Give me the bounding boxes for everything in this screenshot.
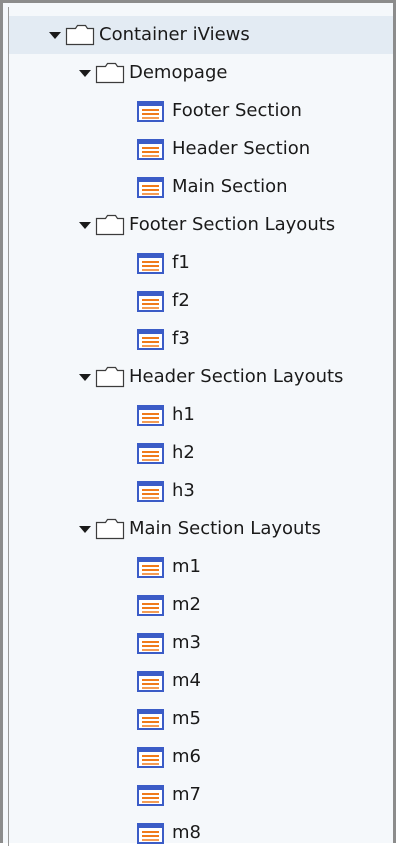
tree-node-label: Container iViews bbox=[99, 24, 250, 45]
tree-leaf-label: m3 bbox=[172, 632, 201, 653]
tree-leaf-main-section[interactable]: Main Section bbox=[9, 168, 393, 206]
iview-page-icon bbox=[137, 480, 164, 502]
folder-icon bbox=[95, 214, 125, 236]
tree-leaf-label: m2 bbox=[172, 594, 201, 615]
tree-leaf-header-section[interactable]: Header Section bbox=[9, 130, 393, 168]
tree-node-footer-section-layouts[interactable]: Footer Section Layouts bbox=[9, 206, 393, 244]
tree-leaf-label: f2 bbox=[172, 290, 190, 311]
tree-leaf-m1[interactable]: m1 bbox=[9, 548, 393, 586]
tree-leaf-f3[interactable]: f3 bbox=[9, 320, 393, 358]
tree-leaf-m5[interactable]: m5 bbox=[9, 700, 393, 738]
iview-page-icon bbox=[137, 632, 164, 654]
tree-leaf-label: Footer Section bbox=[172, 100, 302, 121]
tree-panel: Container iViews Demopage Footer Section… bbox=[0, 0, 396, 846]
tree-leaf-h1[interactable]: h1 bbox=[9, 396, 393, 434]
iview-page-icon bbox=[137, 746, 164, 768]
tree-leaf-label: f3 bbox=[172, 328, 190, 349]
iview-page-icon bbox=[137, 784, 164, 806]
folder-icon bbox=[95, 366, 125, 388]
iview-page-icon bbox=[137, 138, 164, 160]
tree-leaf-label: m4 bbox=[172, 670, 201, 691]
folder-icon bbox=[95, 518, 125, 540]
iview-page-icon bbox=[137, 252, 164, 274]
iview-page-icon bbox=[137, 594, 164, 616]
tree-node-label: Footer Section Layouts bbox=[129, 214, 336, 235]
iview-page-icon bbox=[137, 822, 164, 844]
tree-leaf-footer-section[interactable]: Footer Section bbox=[9, 92, 393, 130]
tree-leaf-m3[interactable]: m3 bbox=[9, 624, 393, 662]
folder-icon bbox=[95, 62, 125, 84]
tree-node-demopage[interactable]: Demopage bbox=[9, 54, 393, 92]
expand-toggle-icon[interactable] bbox=[79, 69, 91, 77]
tree-leaf-h3[interactable]: h3 bbox=[9, 472, 393, 510]
iview-page-icon bbox=[137, 290, 164, 312]
expand-toggle-icon[interactable] bbox=[79, 221, 91, 229]
tree-leaf-h2[interactable]: h2 bbox=[9, 434, 393, 472]
tree-leaf-label: f1 bbox=[172, 252, 190, 273]
tree-node-label: Demopage bbox=[129, 62, 228, 83]
navigation-tree: Container iViews Demopage Footer Section… bbox=[9, 16, 393, 852]
tree-leaf-m4[interactable]: m4 bbox=[9, 662, 393, 700]
tree-leaf-label: m5 bbox=[172, 708, 201, 729]
tree-leaf-label: h2 bbox=[172, 442, 195, 463]
iview-page-icon bbox=[137, 176, 164, 198]
tree-node-label: Header Section Layouts bbox=[129, 366, 344, 387]
iview-page-icon bbox=[137, 442, 164, 464]
expand-toggle-icon[interactable] bbox=[49, 31, 61, 39]
tree-node-main-section-layouts[interactable]: Main Section Layouts bbox=[9, 510, 393, 548]
tree-leaf-label: h3 bbox=[172, 480, 195, 501]
tree-leaf-f1[interactable]: f1 bbox=[9, 244, 393, 282]
tree-node-header-section-layouts[interactable]: Header Section Layouts bbox=[9, 358, 393, 396]
expand-toggle-icon[interactable] bbox=[79, 373, 91, 381]
tree-leaf-m2[interactable]: m2 bbox=[9, 586, 393, 624]
folder-icon bbox=[65, 24, 95, 46]
tree-leaf-label: m7 bbox=[172, 784, 201, 805]
tree-leaf-label: Header Section bbox=[172, 138, 311, 159]
tree-leaf-label: h1 bbox=[172, 404, 195, 425]
tree-leaf-m6[interactable]: m6 bbox=[9, 738, 393, 776]
tree-leaf-m8[interactable]: m8 bbox=[9, 814, 393, 852]
iview-page-icon bbox=[137, 670, 164, 692]
tree-leaf-f2[interactable]: f2 bbox=[9, 282, 393, 320]
tree-node-container-iviews[interactable]: Container iViews bbox=[9, 16, 393, 54]
tree-leaf-label: m8 bbox=[172, 822, 201, 843]
tree-node-label: Main Section Layouts bbox=[129, 518, 321, 539]
tree-leaf-label: m1 bbox=[172, 556, 201, 577]
tree-leaf-m7[interactable]: m7 bbox=[9, 776, 393, 814]
iview-page-icon bbox=[137, 556, 164, 578]
iview-page-icon bbox=[137, 708, 164, 730]
tree-leaf-label: Main Section bbox=[172, 176, 288, 197]
expand-toggle-icon[interactable] bbox=[79, 525, 91, 533]
tree-leaf-label: m6 bbox=[172, 746, 201, 767]
iview-page-icon bbox=[137, 328, 164, 350]
iview-page-icon bbox=[137, 100, 164, 122]
iview-page-icon bbox=[137, 404, 164, 426]
